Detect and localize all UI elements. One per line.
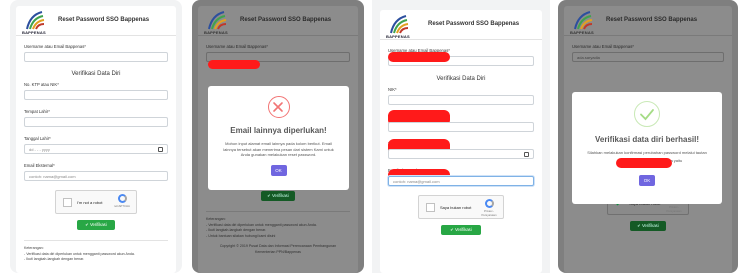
form-header: BAPPENAS Reset Password SSO Bappenas xyxy=(380,10,542,40)
verify-button[interactable]: ✔ Verifikasi xyxy=(441,225,481,235)
email-eksternal-input[interactable]: contoh: nama@gmail.com xyxy=(388,176,534,186)
ok-button[interactable]: OK xyxy=(270,164,287,176)
recaptcha-label: Saya bukan robot xyxy=(440,205,472,210)
username-label: Username atau Email Bappenas* xyxy=(24,44,86,49)
username-input[interactable] xyxy=(24,52,168,62)
username-label: Username atau Email Bappenas* xyxy=(572,44,634,49)
verify-button-label: Verifikasi xyxy=(271,193,289,198)
verify-button[interactable]: ✔ Verifikasi xyxy=(261,191,295,201)
bappenas-logo-icon xyxy=(390,15,409,34)
recaptcha-links: Privasi - Persyaratan xyxy=(481,209,497,217)
copyright-1: Copyright © 2019 Pusat Data dan Informas… xyxy=(219,244,337,248)
recaptcha-checkbox[interactable] xyxy=(63,198,72,207)
logo-text: BAPPENAS xyxy=(570,30,594,35)
recaptcha-label: I'm not a robot xyxy=(77,200,103,205)
calendar-icon[interactable] xyxy=(158,147,163,152)
nik-label: NIK* xyxy=(388,87,397,92)
logo-text: BAPPENAS xyxy=(386,34,410,39)
redaction-email xyxy=(616,158,672,168)
screen-success-modal: BAPPENAS Reset Password SSO Bappenas Use… xyxy=(558,0,738,273)
footer-line-2: - Ikuti langkah-langkah dengan benar. xyxy=(24,257,85,261)
email-eksternal-label: Email Eksternal* xyxy=(24,163,55,168)
verify-button[interactable]: ✔ Verifikasi xyxy=(630,221,666,231)
success-modal-text: Silahkan melakukan konfirmasi perubahan … xyxy=(582,150,712,168)
error-modal-title: Email lainnya diperlukan! xyxy=(230,126,327,135)
tanggal-lahir-input[interactable] xyxy=(388,149,534,159)
verify-button[interactable]: ✔ Verifikasi xyxy=(77,220,115,230)
ok-button[interactable]: OK xyxy=(639,175,655,186)
footer-notes: Keterangan: - Verifikasi data diri diper… xyxy=(206,211,350,255)
tanggal-lahir-label: Tanggal Lahir* xyxy=(24,136,51,141)
screen-filled-form: BAPPENAS Reset Password SSO Bappenas Use… xyxy=(372,0,550,273)
screen-error-modal: BAPPENAS Reset Password SSO Bappenas Use… xyxy=(192,0,364,273)
email-placeholder: contoh: nama@gmail.com xyxy=(29,174,76,179)
username-input[interactable]: ada.saryadia xyxy=(572,52,724,62)
success-modal: Verifikasi data diri berhasil! Silahkan … xyxy=(572,92,722,204)
page-title: Reset Password SSO Bappenas xyxy=(58,17,150,23)
page-title: Reset Password SSO Bappenas xyxy=(240,17,332,23)
ktp-label: No. KTP atau NIK* xyxy=(24,82,59,87)
email-placeholder: contoh: nama@gmail.com xyxy=(393,179,440,184)
copyright-2: Kementerian PPN/Bappenas xyxy=(255,249,301,254)
success-check-icon xyxy=(634,101,660,127)
bappenas-logo-icon xyxy=(26,11,45,30)
footer-notes: Keterangan: - Verifikasi data diri diper… xyxy=(24,240,168,263)
tempat-lahir-input[interactable] xyxy=(388,122,534,132)
section-title-verifikasi: Verifikasi Data Diri xyxy=(71,71,121,77)
section-title-verifikasi: Verifikasi Data Diri xyxy=(436,76,486,82)
verify-button-label: Verifikasi xyxy=(454,227,472,232)
redaction-username xyxy=(208,60,260,69)
success-modal-title: Verifikasi data diri berhasil! xyxy=(594,135,700,144)
ktp-input[interactable] xyxy=(24,90,168,100)
form-header: BAPPENAS Reset Password SSO Bappenas xyxy=(198,6,358,36)
recaptcha-brand: Privasi - Persyaratan xyxy=(479,199,499,217)
nik-input[interactable] xyxy=(388,95,534,105)
recaptcha-icon xyxy=(484,199,494,208)
page-title: Reset Password SSO Bappenas xyxy=(428,21,520,27)
email-eksternal-input[interactable]: contoh: nama@gmail.com xyxy=(24,171,168,181)
page-title: Reset Password SSO Bappenas xyxy=(606,17,698,23)
footer-line-3: - Untuk bantuan silakan hubungi kami dis… xyxy=(206,233,276,238)
redaction-username xyxy=(388,52,450,62)
tempat-lahir-label: Tempat Lahir* xyxy=(24,109,50,114)
error-icon xyxy=(267,96,290,118)
form-header: BAPPENAS Reset Password SSO Bappenas xyxy=(564,6,732,36)
recaptcha-links: Privasi - Persyaratan xyxy=(666,205,682,213)
recaptcha-icon xyxy=(117,194,127,203)
logo-text: BAPPENAS xyxy=(204,30,228,35)
username-label: Username atau Email Bappenas* xyxy=(206,44,268,49)
form-card: BAPPENAS Reset Password SSO Bappenas Use… xyxy=(16,6,176,273)
recaptcha-brand-text: reCAPTCHA xyxy=(114,204,130,208)
tanggal-lahir-input[interactable]: dd - - - yyyy xyxy=(24,144,168,154)
success-text-before: Silahkan melakukan konfirmasi perubahan … xyxy=(587,150,707,155)
form-card: BAPPENAS Reset Password SSO Bappenas Use… xyxy=(380,10,542,273)
recaptcha-widget: Saya bukan robot Privasi - Persyaratan xyxy=(418,195,504,219)
form-header: BAPPENAS Reset Password SSO Bappenas xyxy=(16,6,176,36)
bappenas-logo-icon xyxy=(208,11,227,30)
verify-button-label: Verifikasi xyxy=(641,223,659,228)
calendar-icon[interactable] xyxy=(524,152,529,157)
bappenas-logo-icon xyxy=(574,11,593,30)
verify-button-label: Verifikasi xyxy=(89,222,107,227)
recaptcha-checkbox[interactable] xyxy=(426,203,435,212)
tempat-lahir-input[interactable] xyxy=(24,117,168,127)
date-placeholder: dd - - - yyyy xyxy=(29,147,50,152)
error-modal-text: Mohon input alamat email lainnya pada ko… xyxy=(223,141,334,157)
logo-text: BAPPENAS xyxy=(22,30,46,35)
username-value: ada.saryadia xyxy=(577,55,600,60)
error-modal: Email lainnya diperlukan! Mohon input al… xyxy=(208,86,349,190)
screen-initial-form: BAPPENAS Reset Password SSO Bappenas Use… xyxy=(10,0,182,273)
recaptcha-brand: reCAPTCHA xyxy=(112,194,132,208)
recaptcha-widget: I'm not a robot reCAPTCHA xyxy=(55,190,137,214)
